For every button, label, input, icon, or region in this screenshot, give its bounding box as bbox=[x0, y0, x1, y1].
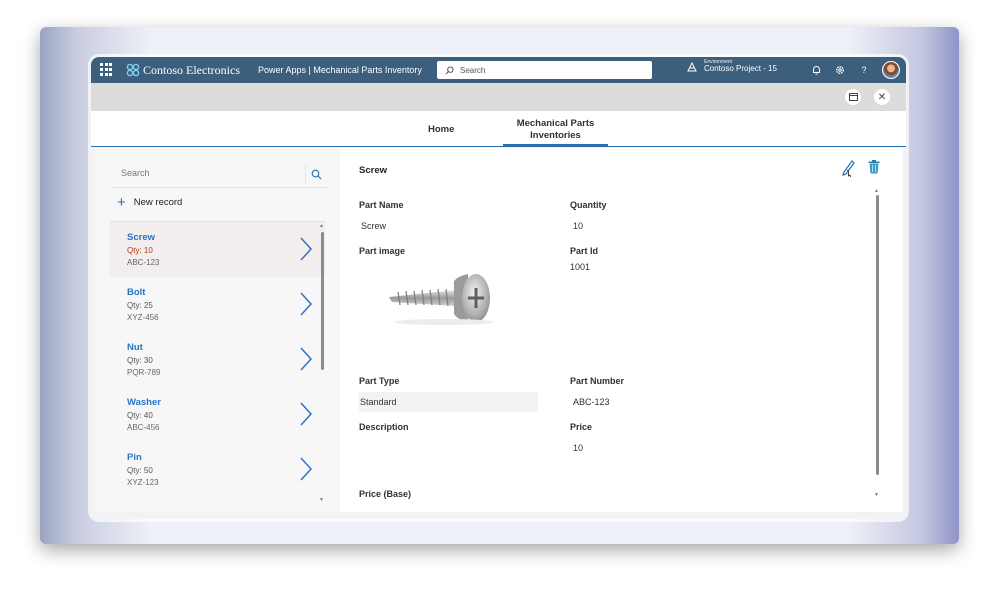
list-item[interactable]: Bolt Qty: 25 XYZ-456 bbox=[110, 277, 325, 332]
environment-icon bbox=[687, 61, 697, 71]
price-label: Price bbox=[570, 422, 593, 432]
chevron-right-icon[interactable] bbox=[299, 401, 313, 427]
list-item[interactable]: Pin Qty: 50 XYZ-123 bbox=[110, 442, 325, 497]
new-record-button[interactable]: + New record bbox=[117, 195, 182, 210]
parts-gallery: Screw Qty: 10 ABC-123 Bolt Qty: 25 XYZ-4… bbox=[110, 221, 325, 512]
list-search-placeholder: Search bbox=[121, 168, 150, 178]
contoso-logo-icon bbox=[126, 63, 140, 77]
top-bar: Contoso Electronics Power Apps | Mechani… bbox=[91, 57, 906, 83]
waffle-icon[interactable] bbox=[100, 63, 114, 77]
item-qty: Qty: 40 bbox=[127, 411, 153, 420]
part-number-value[interactable]: ABC-123 bbox=[573, 397, 610, 407]
list-item[interactable]: Screw Qty: 10 ABC-123 bbox=[110, 222, 325, 277]
environment-label: Environment bbox=[704, 59, 733, 65]
list-scroll-down[interactable]: ▼ bbox=[319, 497, 324, 503]
global-search-placeholder: Search bbox=[460, 65, 486, 75]
item-code: PQR-789 bbox=[127, 368, 161, 377]
quantity-label: Quantity bbox=[570, 200, 607, 210]
chevron-right-icon[interactable] bbox=[299, 456, 313, 482]
main-content: Search + New record Screw Qty: 10 ABC-12… bbox=[95, 148, 903, 512]
list-scroll-up[interactable]: ▲ bbox=[319, 223, 324, 229]
app-title: Power Apps | Mechanical Parts Inventory bbox=[257, 65, 422, 75]
chevron-right-icon[interactable] bbox=[299, 236, 313, 262]
item-name: Bolt bbox=[127, 287, 146, 298]
item-code: XYZ-123 bbox=[127, 478, 159, 487]
part-number-label: Part Number bbox=[570, 376, 625, 386]
avatar[interactable] bbox=[882, 61, 900, 79]
detail-scrollbar-thumb[interactable] bbox=[876, 195, 879, 475]
detail-scroll-up[interactable]: ▲ bbox=[874, 188, 879, 194]
item-code: XYZ-456 bbox=[127, 313, 159, 322]
description-label: Description bbox=[359, 422, 409, 432]
bell-icon[interactable] bbox=[810, 64, 822, 76]
brand[interactable]: Contoso Electronics bbox=[126, 63, 240, 78]
plus-icon: + bbox=[117, 194, 126, 211]
delete-icon[interactable] bbox=[868, 160, 880, 174]
item-qty: Qty: 25 bbox=[127, 301, 153, 310]
edit-icon[interactable] bbox=[841, 158, 855, 178]
close-icon[interactable]: ✕ bbox=[874, 89, 890, 105]
price-value[interactable]: 10 bbox=[573, 443, 583, 453]
part-type-value[interactable]: Standard bbox=[359, 392, 538, 412]
record-list-panel: Search + New record Screw Qty: 10 ABC-12… bbox=[95, 148, 340, 512]
part-id-label: Part Id bbox=[570, 246, 599, 256]
brand-name: Contoso Electronics bbox=[143, 62, 240, 77]
price-base-label: Price (Base) bbox=[359, 489, 412, 499]
list-item[interactable]: Washer Qty: 40 ABC-456 bbox=[110, 387, 325, 442]
part-name-label: Part Name bbox=[359, 200, 404, 210]
part-id-value[interactable]: 1001 bbox=[570, 262, 590, 272]
environment-name: Contoso Project - 15 bbox=[704, 64, 777, 73]
tab-mechanical-parts-inventories[interactable]: Mechanical Parts Inventories bbox=[503, 118, 608, 146]
command-bar: ✕ bbox=[91, 83, 906, 111]
list-scrollbar-thumb[interactable] bbox=[321, 232, 324, 370]
search-icon bbox=[445, 65, 454, 74]
part-name-value[interactable]: Screw bbox=[361, 221, 386, 231]
record-detail-panel: Screw Part Name Screw Quantity 10 Part i… bbox=[347, 148, 903, 512]
list-item[interactable]: Nut Qty: 30 PQR-789 bbox=[110, 332, 325, 387]
restore-icon[interactable] bbox=[845, 89, 861, 105]
item-qty: Qty: 10 bbox=[127, 246, 153, 255]
gear-icon[interactable] bbox=[834, 64, 846, 76]
tab-strip: Home Mechanical Parts Inventories bbox=[91, 111, 906, 147]
part-image-label: Part image bbox=[359, 246, 406, 256]
app-window: Contoso Electronics Power Apps | Mechani… bbox=[91, 57, 906, 519]
item-code: ABC-123 bbox=[127, 258, 160, 267]
item-name: Screw bbox=[127, 232, 155, 243]
item-qty: Qty: 30 bbox=[127, 356, 153, 365]
chevron-right-icon[interactable] bbox=[299, 346, 313, 372]
new-record-label: New record bbox=[133, 197, 183, 208]
record-title: Screw bbox=[359, 165, 387, 176]
item-name: Washer bbox=[127, 397, 161, 408]
tab-home[interactable]: Home bbox=[428, 124, 454, 136]
help-icon[interactable]: ? bbox=[858, 64, 870, 76]
global-search-input[interactable]: Search bbox=[437, 61, 652, 79]
part-type-label: Part Type bbox=[359, 376, 400, 386]
item-qty: Qty: 50 bbox=[127, 466, 153, 475]
part-image[interactable] bbox=[384, 266, 504, 326]
item-code: ABC-456 bbox=[127, 423, 160, 432]
item-name: Pin bbox=[127, 452, 142, 463]
item-name: Nut bbox=[127, 342, 143, 353]
search-icon[interactable] bbox=[305, 164, 327, 184]
chevron-right-icon[interactable] bbox=[299, 291, 313, 317]
quantity-value[interactable]: 10 bbox=[573, 221, 583, 231]
list-search-input[interactable]: Search bbox=[111, 158, 329, 188]
environment-picker[interactable]: Environment Contoso Project - 15 bbox=[687, 60, 777, 73]
detail-scroll-down[interactable]: ▼ bbox=[874, 492, 879, 498]
